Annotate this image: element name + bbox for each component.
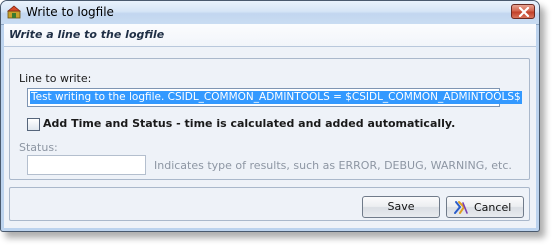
close-icon xyxy=(518,7,530,17)
title-bar[interactable]: Write to logfile xyxy=(1,1,539,25)
save-button[interactable]: Save xyxy=(362,196,440,218)
save-button-label: Save xyxy=(387,200,415,213)
line-to-write-label: Line to write: xyxy=(19,72,92,85)
status-hint: Indicates type of results, such as ERROR… xyxy=(154,159,512,172)
window-title: Write to logfile xyxy=(26,5,114,19)
status-input[interactable] xyxy=(27,155,146,175)
cancel-button[interactable]: Cancel xyxy=(446,196,524,218)
banner-text: Write a line to the logfile xyxy=(9,28,165,41)
line-to-write-value: Test writing to the logfile. CSIDL_COMMO… xyxy=(30,91,522,104)
line-to-write-input[interactable]: Test writing to the logfile. CSIDL_COMMO… xyxy=(27,88,522,107)
add-time-status-checkbox[interactable] xyxy=(27,118,40,131)
status-label: Status: xyxy=(19,141,58,154)
header-banner: Write a line to the logfile xyxy=(4,24,536,47)
close-button[interactable] xyxy=(511,4,535,19)
app-icon xyxy=(6,5,22,19)
cancel-button-label: Cancel xyxy=(474,201,512,214)
cancel-icon xyxy=(453,200,469,218)
add-time-status-label: Add Time and Status - time is calculated… xyxy=(43,117,456,130)
